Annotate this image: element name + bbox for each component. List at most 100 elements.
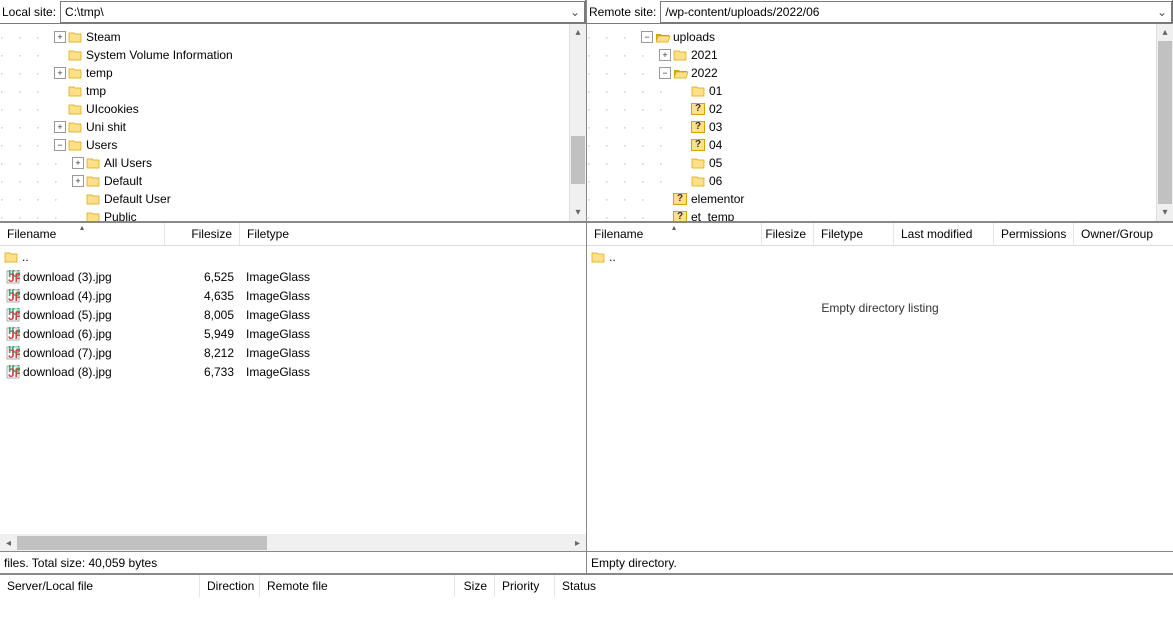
tree-item[interactable]: ····+All Users [0,154,586,172]
tree-item[interactable]: ···−Users [0,136,586,154]
tree-item-label: uploads [673,30,715,44]
remote-tree[interactable]: ···−uploads····+2021····−2022·····01····… [587,24,1173,222]
scroll-thumb[interactable] [17,536,267,550]
column-header[interactable]: Last modified [894,223,994,245]
tree-item[interactable]: ···−uploads [587,28,1173,46]
folder-icon [68,121,82,133]
tree-expander[interactable]: + [659,49,671,61]
column-header[interactable]: Server/Local file [0,575,200,597]
local-file-list-header: ▴ Filename Filesize Filetype [0,223,586,246]
tree-item[interactable]: ····?elementor [587,190,1173,208]
column-header[interactable]: Priority [495,575,555,597]
tree-item[interactable]: ····Public [0,208,586,222]
folder-icon [591,251,605,263]
tree-item[interactable]: ·····01 [587,82,1173,100]
file-size: 6,525 [165,270,240,284]
tree-item[interactable]: ····?et_temp [587,208,1173,222]
file-name: download (8).jpg [23,365,112,379]
tree-item[interactable]: ····+Default [0,172,586,190]
local-site-combo[interactable]: C:\tmp\ ⌄ [60,1,585,23]
tree-item[interactable]: ···UIcookies [0,100,586,118]
scroll-left-button[interactable]: ◂ [0,535,17,551]
column-header[interactable]: Direction [200,575,260,597]
column-header[interactable]: ▴ Filename [0,223,165,245]
local-file-list[interactable]: .. download (3).jpg6,525ImageGlassdownlo… [0,246,586,534]
local-site-label: Local site: [0,5,60,19]
column-header[interactable]: Status [555,575,615,597]
scrollbar-vertical[interactable]: ▴ ▾ [569,24,586,221]
unknown-folder-icon: ? [691,121,705,133]
parent-directory[interactable]: .. [0,246,586,267]
unknown-folder-icon: ? [673,193,687,205]
file-row[interactable]: download (8).jpg 6,733ImageGlass [0,362,586,381]
remote-file-list[interactable]: .. Empty directory listing [587,246,1173,551]
column-header[interactable]: Remote file [260,575,455,597]
tree-item[interactable]: ···+Uni shit [0,118,586,136]
scroll-up-button[interactable]: ▴ [570,24,586,41]
scrollbar-vertical[interactable]: ▴ ▾ [1156,24,1173,221]
tree-expander[interactable]: − [659,67,671,79]
column-header[interactable]: ▴ Filename [587,223,762,245]
column-header[interactable]: Filesize [165,223,240,245]
tree-expander[interactable]: + [54,67,66,79]
column-header[interactable]: Filetype [240,223,312,245]
scroll-down-button[interactable]: ▾ [570,204,586,221]
file-size: 6,733 [165,365,240,379]
scroll-up-button[interactable]: ▴ [1157,24,1173,41]
remote-site-bar: Remote site: /wp-content/uploads/2022/06… [587,0,1173,24]
remote-site-combo[interactable]: /wp-content/uploads/2022/06 ⌄ [660,1,1172,23]
tree-item-label: 02 [709,102,722,116]
file-row[interactable]: download (3).jpg6,525ImageGlass [0,267,586,286]
tree-item[interactable]: ···tmp [0,82,586,100]
file-type: ImageGlass [240,365,312,379]
local-tree[interactable]: ···+Steam···System Volume Information···… [0,24,586,222]
folder-icon [68,139,82,151]
tree-item[interactable]: ····−2022 [587,64,1173,82]
jpg-file-icon [6,308,20,322]
tree-item[interactable]: ···System Volume Information [0,46,586,64]
tree-item[interactable]: ···+Steam [0,28,586,46]
folder-icon [4,251,18,263]
tree-item[interactable]: ·····05 [587,154,1173,172]
tree-expander[interactable]: + [72,157,84,169]
file-name: download (4).jpg [23,289,112,303]
column-header[interactable]: Filetype [814,223,894,245]
tree-item[interactable]: ·····06 [587,172,1173,190]
file-size: 5,949 [165,327,240,341]
scrollbar-horizontal[interactable]: ◂ ▸ [0,534,586,551]
folder-icon [86,175,100,187]
tree-item[interactable]: ·····?04 [587,136,1173,154]
tree-item[interactable]: ····+2021 [587,46,1173,64]
folder-icon [691,175,705,187]
tree-expander[interactable]: − [641,31,653,43]
chevron-down-icon[interactable]: ⌄ [1153,5,1171,19]
tree-item[interactable]: ····Default User [0,190,586,208]
tree-expander[interactable]: + [72,175,84,187]
tree-expander[interactable]: + [54,121,66,133]
tree-item-label: Default [104,174,142,188]
file-row[interactable]: download (6).jpg5,949ImageGlass [0,324,586,343]
scroll-right-button[interactable]: ▸ [569,535,586,551]
parent-directory[interactable]: .. [587,246,1173,267]
scroll-thumb[interactable] [571,136,585,184]
column-header[interactable]: Owner/Group [1074,223,1164,245]
tree-item-label: UIcookies [86,102,139,116]
tree-item[interactable]: ·····?02 [587,100,1173,118]
tree-expander[interactable]: + [54,31,66,43]
tree-item[interactable]: ·····?03 [587,118,1173,136]
chevron-down-icon[interactable]: ⌄ [566,5,584,19]
file-row[interactable]: download (7).jpg8,212ImageGlass [0,343,586,362]
tree-item-label: 04 [709,138,722,152]
scroll-thumb[interactable] [1158,41,1172,205]
column-header[interactable]: Filesize [762,223,814,245]
file-row[interactable]: download (4).jpg4,635ImageGlass [0,286,586,305]
tree-item[interactable]: ···+temp [0,64,586,82]
tree-expander[interactable]: − [54,139,66,151]
scroll-down-button[interactable]: ▾ [1157,204,1173,221]
column-header[interactable]: Size [455,575,495,597]
local-site-bar: Local site: C:\tmp\ ⌄ [0,0,586,24]
file-size: 8,005 [165,308,240,322]
tree-item-label: 2022 [691,66,718,80]
file-row[interactable]: download (5).jpg8,005ImageGlass [0,305,586,324]
column-header[interactable]: Permissions [994,223,1074,245]
